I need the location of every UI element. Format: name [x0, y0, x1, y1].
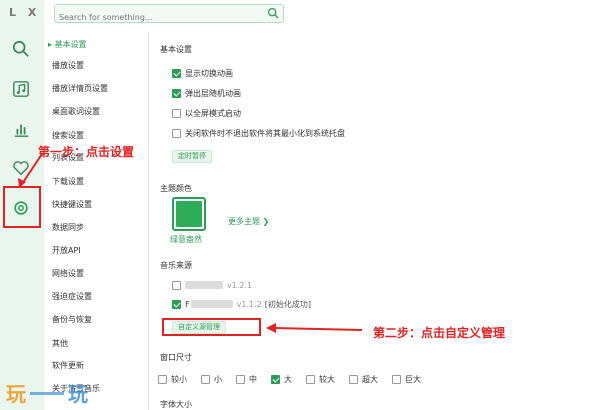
- theme-swatch[interactable]: [172, 197, 206, 231]
- size-option[interactable]: 较大: [306, 374, 335, 385]
- annotation-arrow-icon: [18, 153, 43, 188]
- settings-nav: ▸ 基本设置 播放设置 播放详情页设置 桌面歌词设置 搜索设置 列表设置 下载设…: [46, 32, 146, 410]
- search-icon: [12, 40, 29, 57]
- section-theme-title: 主题颜色: [160, 184, 192, 193]
- size-option[interactable]: 超大: [349, 374, 378, 385]
- app-logo: L X: [9, 6, 41, 19]
- checkbox[interactable]: [392, 374, 401, 384]
- nav-arrow-icon: ▸: [48, 40, 53, 49]
- watermark-char: 玩: [68, 382, 88, 406]
- app-window: L X ▸ 基本设置 播放设置 播放详情页设置 桌面歌词设置 搜索设置 列表设置…: [0, 0, 600, 410]
- search-input[interactable]: [55, 9, 255, 26]
- nav-item-other[interactable]: 其他: [52, 337, 68, 351]
- size-option[interactable]: 中: [236, 374, 257, 385]
- option-random-animation[interactable]: 弹出层随机动画: [172, 87, 241, 99]
- option-switch-animation[interactable]: 显示切换动画: [172, 67, 233, 79]
- nav-item-update[interactable]: 软件更新: [52, 359, 84, 373]
- nav-item-basic[interactable]: ▸ 基本设置: [48, 38, 87, 52]
- nav-item-odc[interactable]: 强迫症设置: [52, 290, 92, 304]
- timed-pause-button[interactable]: 定时暂停: [172, 150, 212, 163]
- redacted-name: [190, 300, 233, 308]
- nav-item-sync[interactable]: 数据同步: [52, 221, 84, 235]
- checkbox[interactable]: [172, 128, 181, 138]
- rail-search-button[interactable]: [8, 36, 34, 62]
- theme-swatch-color: [176, 201, 202, 227]
- section-basic-title: 基本设置: [160, 45, 192, 54]
- nav-item-playback[interactable]: 播放设置: [52, 59, 84, 73]
- redacted-name: [185, 281, 223, 289]
- option-fullscreen-start[interactable]: 以全屏模式启动: [172, 107, 241, 119]
- checkbox[interactable]: [172, 68, 181, 78]
- checkbox[interactable]: [172, 88, 181, 98]
- music-note-icon: [13, 81, 29, 97]
- checkbox[interactable]: [172, 108, 181, 118]
- checkbox[interactable]: [201, 374, 210, 384]
- annotation-settings-highlight: [3, 186, 41, 228]
- size-option[interactable]: 较小: [158, 374, 187, 385]
- annotation-step2: 第二步：点击自定义管理: [373, 326, 506, 340]
- checkbox[interactable]: [271, 374, 280, 384]
- checkbox[interactable]: [349, 374, 358, 384]
- annotation-step1: 第一步：点击设置: [38, 145, 135, 159]
- section-source-title: 音乐来源: [160, 261, 192, 270]
- nav-item-search[interactable]: 搜索设置: [52, 129, 84, 143]
- nav-item-network[interactable]: 网络设置: [52, 267, 84, 281]
- search-icon[interactable]: [267, 7, 280, 20]
- theme-name: 绿意盎然: [170, 235, 202, 244]
- checkbox[interactable]: [172, 280, 181, 290]
- nav-item-play-detail[interactable]: 播放详情页设置: [52, 82, 108, 96]
- watermark-char: 玩: [6, 382, 26, 406]
- window-size-options: 较小 小 中 大 较大 超大 巨大: [158, 373, 435, 385]
- annotation-arrow-icon: [266, 323, 363, 333]
- checkbox[interactable]: [236, 374, 245, 384]
- nav-item-hotkeys[interactable]: 快捷键设置: [52, 198, 92, 212]
- more-themes-link[interactable]: 更多主题 ❯: [228, 216, 269, 227]
- bar-chart-icon: [14, 124, 29, 137]
- section-window-size-title: 窗口尺寸: [160, 353, 192, 362]
- nav-item-download[interactable]: 下载设置: [52, 175, 84, 189]
- annotation-custom-source-highlight: [162, 318, 261, 336]
- checkbox[interactable]: [158, 374, 167, 384]
- checkbox[interactable]: [172, 299, 181, 309]
- source-item-1[interactable]: v1.2.1: [172, 279, 252, 291]
- size-option[interactable]: 巨大: [392, 374, 421, 385]
- section-font-size-title: 字体大小: [160, 400, 192, 409]
- option-minimize-to-tray[interactable]: 关闭软件时不退出软件将其最小化到系统托盘: [172, 127, 345, 139]
- nav-item-desktop-lyric[interactable]: 桌面歌词设置: [52, 105, 100, 119]
- size-option[interactable]: 小: [201, 374, 222, 385]
- checkbox[interactable]: [306, 374, 315, 384]
- rail-leaderboard-button[interactable]: [8, 116, 34, 142]
- rail-song-list-button[interactable]: [8, 76, 34, 102]
- nav-divider: [148, 32, 149, 410]
- nav-item-backup[interactable]: 备份与恢复: [52, 313, 92, 327]
- watermark-dash: [30, 392, 64, 395]
- search-bar[interactable]: [54, 4, 284, 26]
- source-item-2[interactable]: Fv1.1.2 [初始化成功]: [172, 298, 311, 310]
- size-option[interactable]: 大: [271, 374, 292, 385]
- nav-item-open-api[interactable]: 开放API: [52, 244, 81, 258]
